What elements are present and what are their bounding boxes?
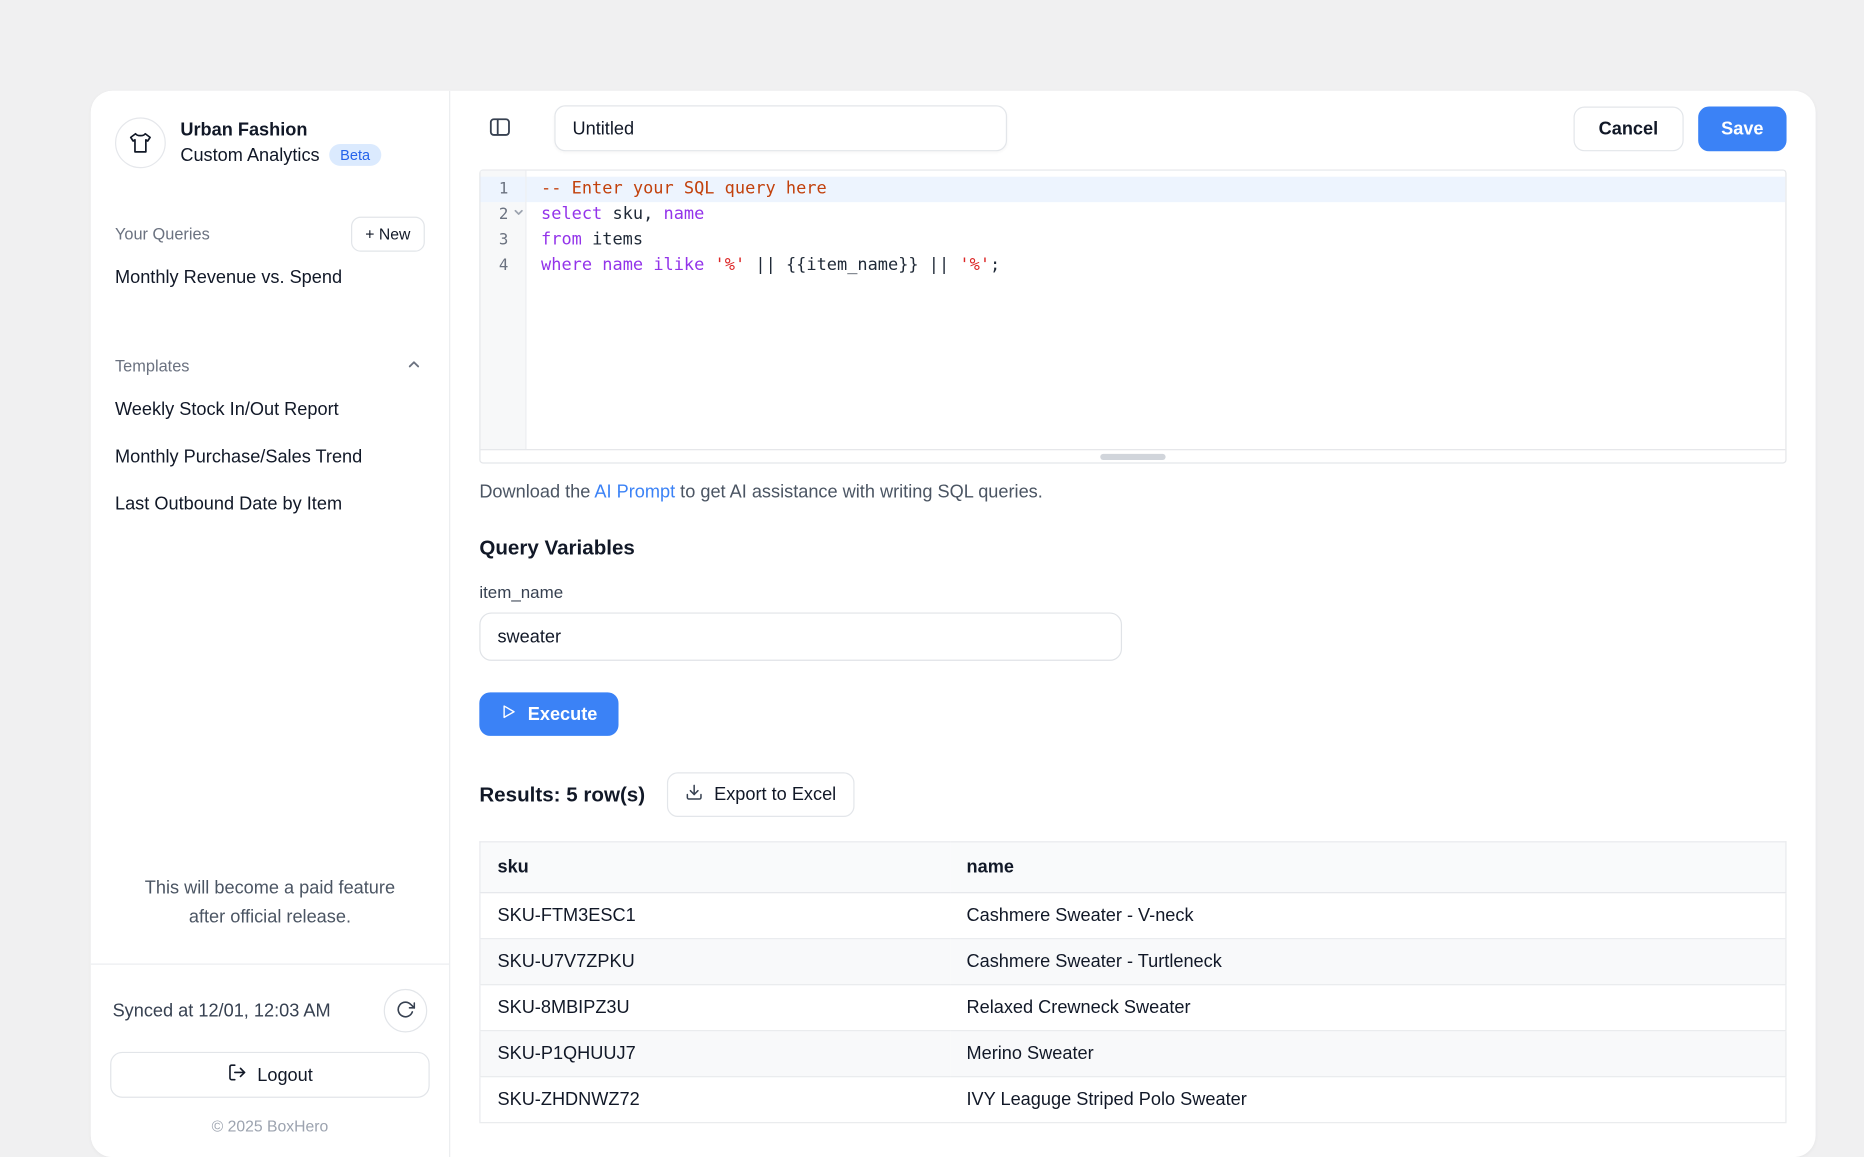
line-number: 4	[481, 253, 526, 278]
cell-sku: SKU-FTM3ESC1	[480, 893, 950, 939]
paid-feature-note: This will become a paid feature after of…	[110, 874, 430, 964]
code-line-4[interactable]: where name ilike '%' || {{item_name}} ||…	[527, 253, 1786, 278]
line-number: 2	[481, 202, 526, 227]
line-number: 1	[481, 177, 526, 202]
export-excel-button[interactable]: Export to Excel	[667, 772, 854, 817]
resize-grip	[1100, 453, 1165, 459]
code-line-1[interactable]: -- Enter your SQL query here	[527, 177, 1786, 202]
panel-layout-icon	[488, 114, 512, 142]
templates-collapse-button[interactable]	[403, 353, 425, 378]
code-line-3[interactable]: from items	[527, 228, 1786, 253]
sql-editor-surface[interactable]: 1 2 3 4 -- Enter your SQL query here sel…	[481, 171, 1786, 449]
sidebar-item-weekly-stock-report[interactable]: Weekly Stock In/Out Report	[110, 387, 430, 432]
toolbar: Cancel Save	[479, 105, 1786, 151]
item-name-input[interactable]	[479, 612, 1122, 660]
sidebar-divider	[91, 963, 449, 964]
ai-note-suffix: to get AI assistance with writing SQL qu…	[675, 482, 1043, 503]
code-line-2[interactable]: select sku, name	[527, 202, 1786, 227]
table-row: SKU-FTM3ESC1 Cashmere Sweater - V-neck	[480, 893, 1786, 939]
cell-sku: SKU-U7V7ZPKU	[480, 939, 950, 985]
refresh-button[interactable]	[384, 989, 428, 1033]
cell-name: Merino Sweater	[950, 1031, 1786, 1077]
query-variables-title: Query Variables	[479, 536, 1786, 560]
sidebar-item-monthly-purchase-sales[interactable]: Monthly Purchase/Sales Trend	[110, 435, 430, 480]
line-number: 3	[481, 228, 526, 253]
results-title: Results: 5 row(s)	[479, 783, 645, 807]
sql-editor[interactable]: 1 2 3 4 -- Enter your SQL query here sel…	[479, 169, 1786, 463]
beta-badge: Beta	[329, 144, 381, 166]
logout-icon	[227, 1063, 246, 1087]
execute-button[interactable]: Execute	[479, 692, 618, 736]
copyright: © 2025 BoxHero	[110, 1117, 430, 1135]
page: Urban Fashion Custom Analytics Beta Your…	[0, 0, 1864, 1157]
cell-name: Cashmere Sweater - V-neck	[950, 893, 1786, 939]
execute-label: Execute	[528, 704, 598, 725]
editor-resize-handle[interactable]	[481, 449, 1786, 462]
sidebar-item-last-outbound-date[interactable]: Last Outbound Date by Item	[110, 482, 430, 527]
results-table: sku name SKU-FTM3ESC1 Cashmere Sweater -…	[479, 841, 1786, 1123]
variable-name-label: item_name	[479, 582, 1786, 601]
logout-button[interactable]: Logout	[110, 1052, 430, 1098]
table-row: SKU-U7V7ZPKU Cashmere Sweater - Turtlene…	[480, 939, 1786, 985]
column-header-sku: sku	[480, 842, 950, 893]
column-header-name: name	[950, 842, 1786, 893]
editor-gutter: 1 2 3 4	[481, 171, 527, 449]
sync-status-row: Synced at 12/01, 12:03 AM	[110, 989, 430, 1033]
sidebar-spacer	[110, 527, 430, 874]
cell-sku: SKU-P1QHUUJ7	[480, 1031, 950, 1077]
cell-name: Cashmere Sweater - Turtleneck	[950, 939, 1786, 985]
cancel-button[interactable]: Cancel	[1573, 106, 1683, 151]
your-queries-label: Your Queries	[115, 225, 210, 243]
templates-label: Templates	[115, 356, 189, 374]
app-window: Urban Fashion Custom Analytics Beta Your…	[91, 91, 1816, 1157]
refresh-icon	[396, 999, 415, 1022]
synced-text: Synced at 12/01, 12:03 AM	[113, 1000, 331, 1021]
ai-note: Download the AI Prompt to get AI assista…	[479, 482, 1786, 503]
table-row: SKU-8MBIPZ3U Relaxed Crewneck Sweater	[480, 985, 1786, 1031]
export-excel-label: Export to Excel	[714, 784, 836, 805]
cell-name: IVY Leaguge Striped Polo Sweater	[950, 1077, 1786, 1123]
chevron-up-icon	[405, 355, 422, 376]
brand-logo-icon	[115, 117, 166, 168]
paid-feature-note-line2: after official release.	[189, 907, 351, 928]
new-query-button[interactable]: + New	[351, 216, 425, 251]
table-row: SKU-P1QHUUJ7 Merino Sweater	[480, 1031, 1786, 1077]
brand-subtitle: Custom Analytics	[180, 145, 319, 166]
toolbar-actions: Cancel Save	[1573, 106, 1786, 151]
save-button[interactable]: Save	[1698, 106, 1786, 151]
brand-text: Urban Fashion Custom Analytics Beta	[180, 120, 381, 166]
cell-sku: SKU-ZHDNWZ72	[480, 1077, 950, 1123]
templates-section: Templates	[110, 346, 430, 385]
fold-chevron-icon[interactable]	[513, 207, 524, 218]
sidebar-toggle-button[interactable]	[479, 108, 520, 149]
cell-name: Relaxed Crewneck Sweater	[950, 985, 1786, 1031]
brand-title: Urban Fashion	[180, 120, 381, 141]
code-pane[interactable]: -- Enter your SQL query here select sku,…	[527, 171, 1786, 449]
ai-prompt-link[interactable]: AI Prompt	[594, 482, 675, 503]
table-row: SKU-ZHDNWZ72 IVY Leaguge Striped Polo Sw…	[480, 1077, 1786, 1123]
query-title-input[interactable]	[554, 105, 1007, 151]
sidebar: Urban Fashion Custom Analytics Beta Your…	[91, 91, 450, 1157]
ai-note-prefix: Download the	[479, 482, 594, 503]
brand: Urban Fashion Custom Analytics Beta	[110, 117, 430, 168]
download-icon	[685, 783, 703, 806]
logout-label: Logout	[257, 1065, 313, 1086]
main-content: Cancel Save 1 2 3 4	[450, 91, 1815, 1157]
cell-sku: SKU-8MBIPZ3U	[480, 985, 950, 1031]
results-header: Results: 5 row(s) Export to Excel	[479, 772, 1786, 817]
table-header-row: sku name	[480, 842, 1786, 893]
play-icon	[500, 703, 517, 725]
your-queries-section: Your Queries + New	[110, 214, 430, 253]
paid-feature-note-line1: This will become a paid feature	[145, 878, 395, 899]
sidebar-item-monthly-revenue[interactable]: Monthly Revenue vs. Spend	[110, 255, 430, 300]
